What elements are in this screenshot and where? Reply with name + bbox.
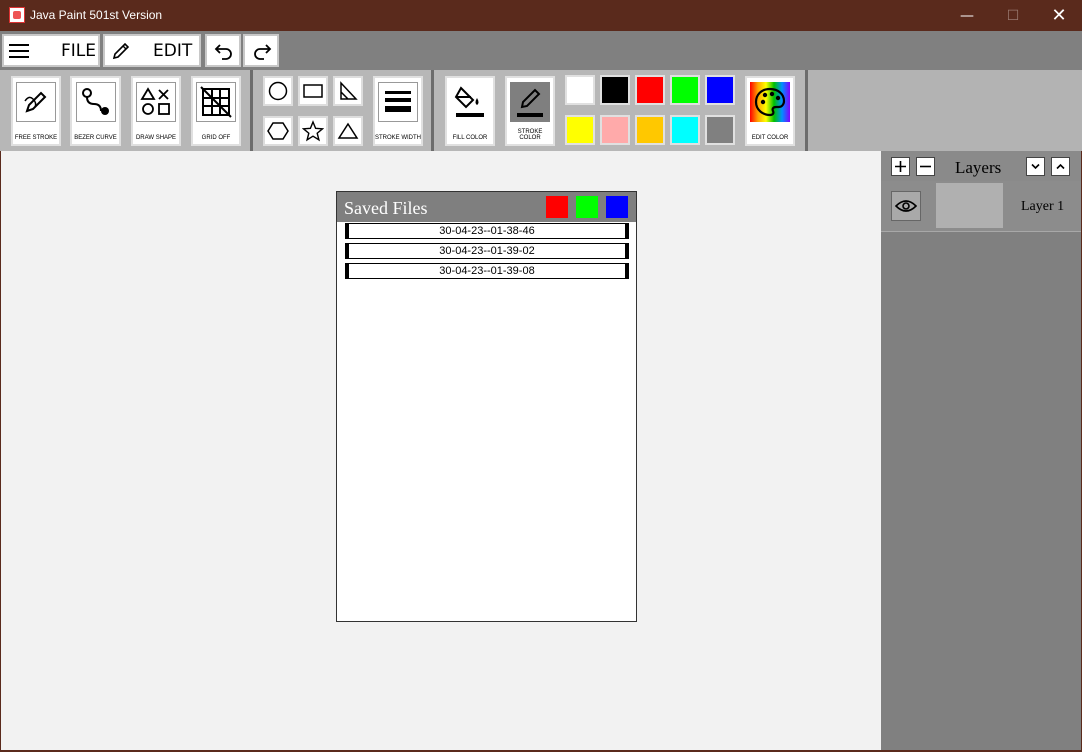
color-swatch[interactable] [670, 115, 700, 145]
plus-icon [895, 161, 906, 172]
stroke-width-icon [378, 82, 418, 122]
eye-icon [895, 200, 917, 212]
undo-button[interactable] [205, 34, 241, 67]
saved-files-title: Saved Files [344, 198, 428, 218]
menu-bar: FILE EDIT [0, 31, 1082, 70]
grid-off-icon [196, 82, 236, 122]
hamburger-menu-icon [9, 44, 29, 58]
circle-icon [268, 81, 288, 101]
color-swatch[interactable] [600, 75, 630, 105]
saved-files-red-button[interactable] [546, 196, 568, 218]
edit-color-tool[interactable]: EDIT COLOR [745, 76, 795, 146]
color-swatch[interactable] [670, 75, 700, 105]
draw-shape-tool[interactable]: DRAW SHAPE [131, 76, 181, 146]
chevron-down-icon [1031, 163, 1040, 170]
toolbar-separator [805, 70, 808, 151]
color-group: FILL COLOR STROKE COLOR EDIT COLOR [434, 70, 805, 151]
minus-icon [920, 165, 931, 168]
layers-header: Layers [881, 151, 1081, 181]
saved-files-header: Saved Files [337, 192, 636, 222]
color-palette-icon [750, 82, 790, 122]
shapes-icon [136, 82, 176, 122]
maximize-button[interactable]: ☐ [990, 0, 1036, 31]
edit-color-label: EDIT COLOR [751, 135, 789, 141]
hexagon-icon [267, 122, 289, 140]
file-menu-label: FILE [61, 41, 97, 61]
bezier-curve-tool[interactable]: BEZER CURVE [70, 76, 121, 146]
minimize-button[interactable]: — [944, 0, 990, 31]
stroke-color-tool[interactable]: STROKE COLOR [505, 76, 555, 146]
right-triangle-icon [340, 81, 358, 100]
color-swatch[interactable] [635, 75, 665, 105]
color-swatch[interactable] [705, 75, 735, 105]
redo-icon [254, 44, 272, 60]
paint-bucket-icon [450, 82, 490, 122]
redo-button[interactable] [243, 34, 279, 67]
color-swatch[interactable] [565, 75, 595, 105]
triangle-icon [337, 122, 359, 139]
circle-shape-button[interactable] [263, 76, 293, 106]
bezier-curve-icon [75, 82, 116, 122]
hexagon-shape-button[interactable] [263, 116, 293, 146]
draw-shape-label: DRAW SHAPE [135, 135, 177, 141]
free-stroke-tool[interactable]: FREE STROKE [11, 76, 61, 146]
free-stroke-icon [16, 82, 56, 122]
color-swatch[interactable] [600, 115, 630, 145]
saved-files-green-button[interactable] [576, 196, 598, 218]
file-menu-button[interactable]: FILE [2, 34, 100, 67]
color-swatch[interactable] [635, 115, 665, 145]
layer-visibility-toggle[interactable] [891, 191, 921, 221]
layers-title: Layers [955, 158, 1002, 177]
right-triangle-shape-button[interactable] [333, 76, 363, 106]
stroke-width-label: STROKE WIDTH [375, 135, 421, 141]
pencil-icon [112, 42, 130, 60]
saved-file-item[interactable]: 30-04-23--01-39-02 [345, 243, 629, 259]
saved-files-blue-button[interactable] [606, 196, 628, 218]
layer-thumbnail [936, 183, 1003, 228]
stroke-width-tool[interactable]: STROKE WIDTH [373, 76, 423, 146]
stroke-pen-icon [510, 82, 550, 122]
edit-menu-button[interactable]: EDIT [103, 34, 201, 67]
stroke-color-label: STROKE COLOR [517, 129, 543, 141]
saved-file-item[interactable]: 30-04-23--01-39-08 [345, 263, 629, 279]
bezier-curve-label: BEZER CURVE [74, 135, 117, 141]
drawing-mode-group: FREE STROKE BEZER CURVE DRAW SHAPE GRID … [0, 70, 250, 151]
fill-color-tool[interactable]: FILL COLOR [445, 76, 495, 146]
saved-files-panel: Saved Files 30-04-23--01-38-46 30-04-23-… [336, 191, 637, 622]
fill-color-label: FILL COLOR [452, 135, 488, 141]
triangle-shape-button[interactable] [333, 116, 363, 146]
rectangle-shape-button[interactable] [298, 76, 328, 106]
remove-layer-button[interactable] [916, 157, 935, 176]
free-stroke-label: FREE STROKE [14, 135, 58, 141]
add-layer-button[interactable] [891, 157, 910, 176]
undo-icon [214, 44, 232, 60]
edit-menu-label: EDIT [153, 41, 193, 61]
chevron-up-icon [1056, 163, 1065, 170]
shape-group: STROKE WIDTH [253, 70, 431, 151]
grid-toggle-label: GRID OFF [201, 135, 231, 141]
title-bar: Java Paint 501st Version — ☐ ✕ [0, 0, 1082, 31]
star-icon [302, 120, 324, 142]
move-layer-down-button[interactable] [1026, 157, 1045, 176]
window-title: Java Paint 501st Version [30, 8, 163, 22]
saved-file-item[interactable]: 30-04-23--01-38-46 [345, 223, 629, 239]
move-layer-up-button[interactable] [1051, 157, 1070, 176]
grid-toggle-tool[interactable]: GRID OFF [191, 76, 241, 146]
layers-panel: Layers Layer 1 [881, 151, 1081, 750]
layer-row[interactable]: Layer 1 [881, 181, 1081, 232]
color-swatch[interactable] [705, 115, 735, 145]
toolbar: FREE STROKE BEZER CURVE DRAW SHAPE GRID … [0, 70, 1082, 151]
close-button[interactable]: ✕ [1036, 0, 1082, 31]
rectangle-icon [303, 84, 323, 98]
tool-strip: FREE STROKE BEZER CURVE DRAW SHAPE GRID … [0, 70, 808, 151]
java-app-icon [9, 7, 25, 23]
star-shape-button[interactable] [298, 116, 328, 146]
color-swatch[interactable] [565, 115, 595, 145]
layer-name: Layer 1 [1021, 199, 1065, 214]
